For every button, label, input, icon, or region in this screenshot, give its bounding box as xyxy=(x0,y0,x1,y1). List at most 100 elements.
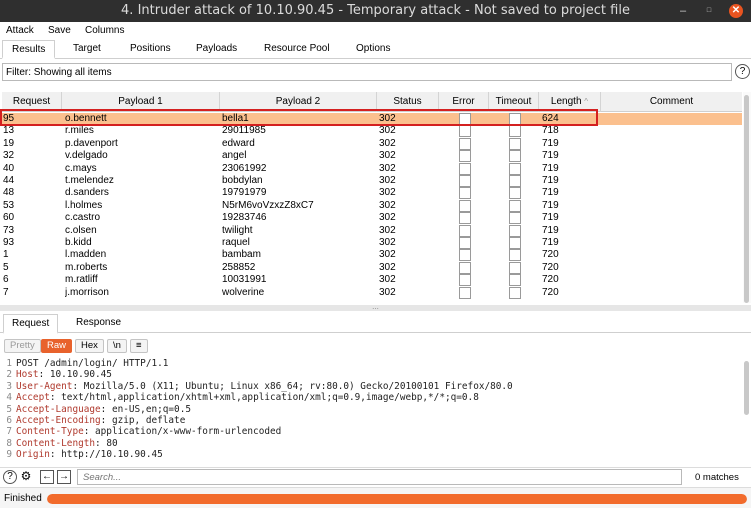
cell-request: 40 xyxy=(3,162,15,174)
table-row[interactable]: 7 j.morrison wolverine 302 720 xyxy=(2,286,742,299)
raw-button[interactable]: Raw xyxy=(41,339,73,353)
editor-scrollbar[interactable] xyxy=(743,357,751,465)
cell-payload-1: m.ratliff xyxy=(65,274,98,286)
table-row[interactable]: 32 v.delgado angel 302 719 xyxy=(2,150,742,163)
tab-resource-pool[interactable]: Resource Pool xyxy=(264,43,330,54)
table-scrollbar-thumb[interactable] xyxy=(744,95,749,303)
timeout-checkbox xyxy=(509,274,521,287)
cell-request: 19 xyxy=(3,137,15,149)
cell-status: 302 xyxy=(379,187,396,199)
cell-request: 1 xyxy=(3,249,9,261)
cell-status: 302 xyxy=(379,249,396,261)
line-number: 4 xyxy=(6,392,12,404)
error-checkbox xyxy=(459,150,471,163)
table-row[interactable]: 1 l.madden bambam 302 720 xyxy=(2,249,742,262)
error-checkbox xyxy=(459,237,471,249)
table-row[interactable]: 48 d.sanders 19791979 302 719 xyxy=(2,187,742,200)
search-input[interactable] xyxy=(77,469,682,485)
table-row[interactable]: 6 m.ratliff 10031991 302 720 xyxy=(2,274,742,287)
cell-request: 48 xyxy=(3,187,15,199)
header-name: Content-Length xyxy=(16,437,96,449)
newline-toggle-button[interactable]: \n xyxy=(107,339,127,353)
request-line: 1 POST /admin/login/ HTTP/1.1 xyxy=(0,358,168,369)
cell-length: 720 xyxy=(542,261,559,273)
pane-splitter[interactable]: ... xyxy=(0,303,751,311)
tab-payloads[interactable]: Payloads xyxy=(196,43,237,54)
menu-attack[interactable]: Attack xyxy=(6,25,34,36)
gear-icon[interactable]: ⚙ xyxy=(19,470,33,484)
match-count: 0 matches xyxy=(695,472,739,483)
column-header-comment[interactable]: Comment xyxy=(601,92,742,112)
tab-request[interactable]: Request xyxy=(3,314,59,334)
error-checkbox xyxy=(459,162,471,175)
cell-payload-1: l.madden xyxy=(65,249,107,261)
request-line: 9 Origin: http://10.10.90.45 xyxy=(0,449,162,461)
cell-request: 7 xyxy=(3,286,9,298)
cell-payload-1: l.holmes xyxy=(65,199,103,211)
tab-positions[interactable]: Positions xyxy=(130,43,171,54)
cell-length: 719 xyxy=(542,175,559,186)
error-checkbox xyxy=(459,187,471,200)
attack-progress-bar xyxy=(47,494,747,504)
header-value: : Mozilla/5.0 (X11; Ubuntu; Linux x86_64… xyxy=(72,380,513,392)
table-row[interactable]: 13 r.miles 29011985 302 718 xyxy=(2,125,742,138)
line-number: 7 xyxy=(6,426,12,438)
tab-response[interactable]: Response xyxy=(76,317,121,328)
header-value: : application/x-www-form-urlencoded xyxy=(83,426,282,438)
table-row[interactable]: 60 c.castro 19283746 302 719 xyxy=(2,212,742,225)
table-row[interactable]: 5 m.roberts 258852 302 720 xyxy=(2,261,742,274)
cell-payload-1: j.morrison xyxy=(65,286,109,298)
menu-columns[interactable]: Columns xyxy=(85,25,124,36)
cell-status: 302 xyxy=(379,237,396,248)
request-line: 3 User-Agent: Mozilla/5.0 (X11; Ubuntu; L… xyxy=(0,380,513,392)
cell-payload-2: 23061992 xyxy=(222,162,267,174)
request-line: 7 Content-Type: application/x-www-form-ur… xyxy=(0,426,281,437)
cell-length: 719 xyxy=(542,162,559,174)
cell-payload-1: v.delgado xyxy=(65,150,108,162)
raw-request-editor[interactable]: 1 POST /admin/login/ HTTP/1.1 2 Host: 10.10… xyxy=(0,357,740,465)
table-row[interactable]: 53 l.holmes N5rM6voVzxzZ8xC7 302 719 xyxy=(2,199,742,212)
timeout-checkbox xyxy=(509,175,521,187)
timeout-checkbox xyxy=(509,212,521,225)
pretty-button[interactable]: Pretty xyxy=(4,339,41,353)
tab-results[interactable]: Results xyxy=(2,40,56,59)
timeout-checkbox xyxy=(509,150,521,163)
cell-length: 720 xyxy=(542,286,559,298)
error-checkbox xyxy=(459,175,471,187)
cell-status: 302 xyxy=(379,286,396,298)
filter-bar[interactable]: Filter: Showing all items xyxy=(2,63,732,81)
menu-icon[interactable]: ≡ xyxy=(130,339,148,353)
help-icon[interactable]: ? xyxy=(735,64,750,79)
cell-payload-2: 19283746 xyxy=(222,212,267,224)
menu-save[interactable]: Save xyxy=(48,25,71,36)
request-line: 4 Accept: text/html,application/xhtml+xml… xyxy=(0,392,479,403)
maximize-icon[interactable]: □ xyxy=(702,4,716,18)
table-row[interactable]: 44 t.melendez bobdylan 302 719 xyxy=(2,175,742,187)
table-row[interactable]: 93 b.kidd raquel 302 719 xyxy=(2,237,742,249)
sort-ascending-icon: ^ xyxy=(584,97,589,106)
minimize-icon[interactable]: – xyxy=(676,4,690,18)
column-header-length-label: Length xyxy=(550,96,582,107)
search-bar: ? ⚙ ← → 0 matches xyxy=(0,467,751,485)
cell-payload-2: 258852 xyxy=(222,261,256,273)
request-line: 5 Accept-Language: en-US,en;q=0.5 xyxy=(0,404,191,415)
table-row[interactable]: 73 c.olsen twilight 302 719 xyxy=(2,224,742,237)
table-scrollbar[interactable] xyxy=(743,92,751,303)
previous-match-icon[interactable]: ← xyxy=(40,470,54,484)
cell-payload-1: t.melendez xyxy=(65,175,114,186)
request-line-text: POST /admin/login/ HTTP/1.1 xyxy=(16,358,169,369)
next-match-icon[interactable]: → xyxy=(57,470,71,484)
tab-options[interactable]: Options xyxy=(356,43,390,54)
editor-scrollbar-thumb[interactable] xyxy=(744,361,749,415)
timeout-checkbox xyxy=(509,249,521,262)
timeout-checkbox xyxy=(509,125,521,138)
search-help-icon[interactable]: ? xyxy=(3,470,17,484)
tab-target[interactable]: Target xyxy=(73,43,101,54)
header-name: Host xyxy=(16,369,39,381)
hex-button[interactable]: Hex xyxy=(75,339,104,353)
cell-length: 718 xyxy=(542,125,559,137)
header-name: Origin xyxy=(16,449,50,461)
table-row[interactable]: 40 c.mays 23061992 302 719 xyxy=(2,162,742,175)
close-icon[interactable]: ✕ xyxy=(729,4,743,18)
table-row[interactable]: 19 p.davenport edward 302 719 xyxy=(2,137,742,150)
